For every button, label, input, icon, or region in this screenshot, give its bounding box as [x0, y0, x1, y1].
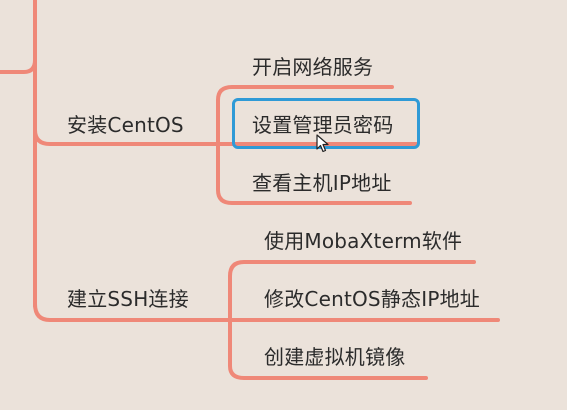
- node-use-mobaxterm[interactable]: 使用MobaXterm软件: [264, 229, 462, 253]
- node-create-vm-image[interactable]: 创建虚拟机镜像: [264, 345, 405, 369]
- root-connector: [0, 0, 37, 74]
- branch-install-centos[interactable]: 安装CentOS: [67, 113, 184, 137]
- mouse-cursor-icon: [316, 134, 329, 153]
- branch-establish-ssh[interactable]: 建立SSH连接: [67, 287, 189, 311]
- node-enable-network-service[interactable]: 开启网络服务: [252, 55, 373, 79]
- node-view-host-ip[interactable]: 查看主机IP地址: [252, 171, 392, 195]
- node-modify-static-ip[interactable]: 修改CentOS静态IP地址: [264, 287, 480, 311]
